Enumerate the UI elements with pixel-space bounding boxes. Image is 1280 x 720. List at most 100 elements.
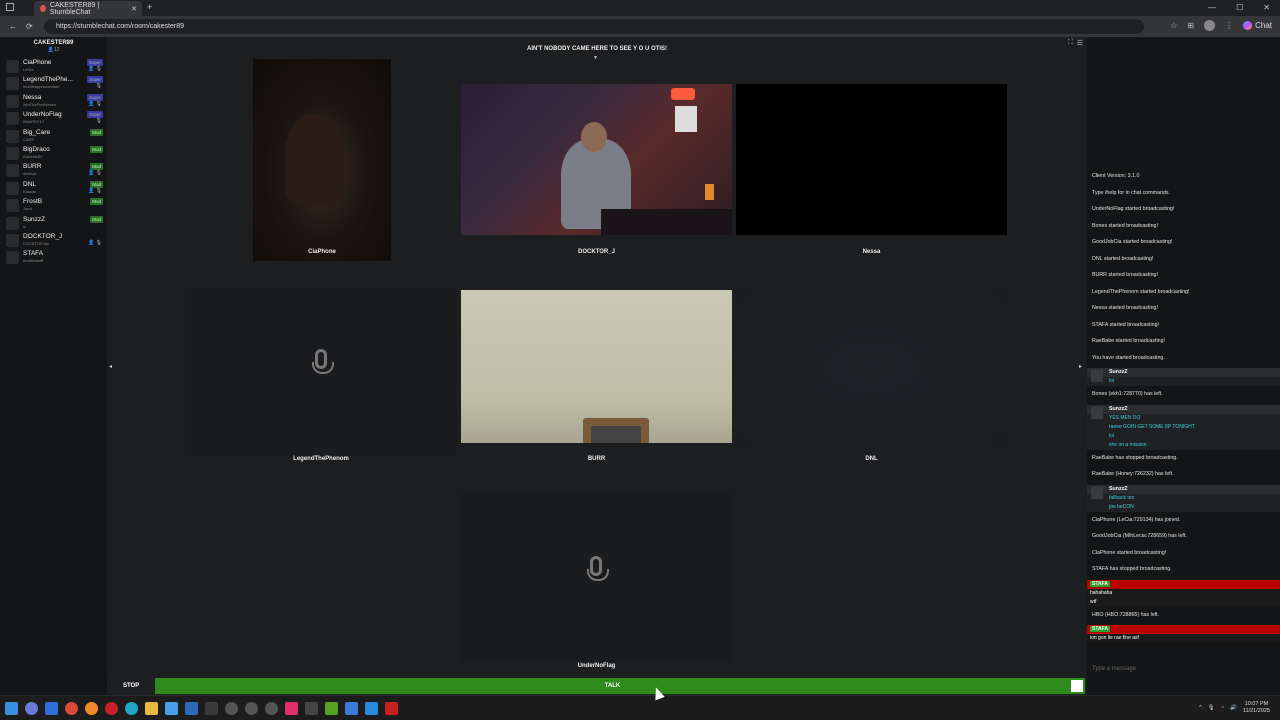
user-list-item[interactable]: FrostB Jordi Mod <box>0 197 107 214</box>
user-list-item[interactable]: Big_Care CARE Mod <box>0 128 107 145</box>
taskbar-clock[interactable]: 10:07 PM 11/21/2025 <box>1243 701 1270 715</box>
user-name: CiaPhone <box>23 59 52 66</box>
steam-icon[interactable] <box>245 702 258 715</box>
clock-date: 11/21/2025 <box>1242 708 1270 714</box>
tab-title: CAKESTER89 | StumbleChat <box>49 1 100 16</box>
cam-dnl[interactable] <box>736 290 1007 443</box>
message-username[interactable]: STAFA <box>1090 626 1111 632</box>
user-name: DNL <box>23 180 37 188</box>
user-list-item[interactable]: BURR aveburr Mod 👤 🎙 <box>0 162 107 179</box>
window-menu-icon[interactable] <box>6 3 14 11</box>
volume-icon[interactable]: 🔊 <box>1230 705 1237 711</box>
obs-icon[interactable] <box>265 702 278 715</box>
flash-app-icon[interactable] <box>385 702 398 715</box>
new-tab-button[interactable]: + <box>147 2 152 12</box>
stumblechat-taskbar-icon[interactable] <box>345 702 358 715</box>
system-message: STAFA started broadcasting! <box>1092 321 1160 328</box>
user-nickname: CARE <box>23 136 35 142</box>
copilot-chat-button[interactable]: Chat <box>1243 21 1272 30</box>
photos-icon[interactable] <box>365 702 378 715</box>
stop-button[interactable]: STOP <box>123 678 139 694</box>
user-name: BigDraco <box>23 145 50 153</box>
notepad-icon[interactable] <box>165 702 178 715</box>
clock-time: 10:07 PM <box>1244 701 1269 707</box>
user-list-panel: CAKESTER89 👤12 CiaPhone LeCia Super 👤 🎙 Lege… <box>0 37 107 695</box>
message-username[interactable]: SunzzZ <box>1109 486 1128 492</box>
start-menu-icon[interactable] <box>5 702 18 715</box>
cam-docktor-head <box>581 122 607 152</box>
user-name: Nessa <box>23 93 42 101</box>
tiktok-icon[interactable] <box>285 702 298 715</box>
user-nickname: Kassan <box>23 188 37 194</box>
widgets-icon[interactable] <box>45 702 58 715</box>
url-field[interactable]: https://stumblechat.com/room/cakester89 <box>44 19 1144 34</box>
extensions-icon[interactable]: ⊞ <box>1187 21 1194 30</box>
file-explorer-icon[interactable] <box>145 702 158 715</box>
reload-icon[interactable]: ⟳ <box>26 22 33 31</box>
role-badge: Mod <box>90 145 103 153</box>
wifi-icon[interactable]: ◔ <box>1221 705 1224 711</box>
microphone-icon <box>312 349 334 374</box>
user-avatar <box>6 216 19 230</box>
fullscreen-icon[interactable]: ⛶ <box>1068 39 1073 47</box>
message-text: lol <box>1087 431 1280 441</box>
chat-message-highlighted: STAFA hahahaha wtf <box>1087 579 1280 607</box>
user-list-item[interactable]: SunzzZ lu Mod <box>0 215 107 232</box>
user-name: BURR <box>23 163 42 171</box>
browser-tab[interactable]: CAKESTER89 | StumbleChat ✕ <box>34 1 142 16</box>
minimize-button[interactable]: — <box>1208 3 1216 12</box>
window-controls: — ☐ ✕ <box>1208 3 1270 12</box>
close-window-button[interactable]: ✕ <box>1263 3 1270 12</box>
user-list-item[interactable]: STAFA bruhhhstaff <box>0 249 107 266</box>
user-list-item[interactable]: CiaPhone LeCia Super 👤 🎙 <box>0 58 107 75</box>
system-message: CiaPhone started broadcasting! <box>1092 549 1167 556</box>
user-list-item[interactable]: Nessa IntoThePinkNessa Super 👤 🎙 <box>0 93 107 110</box>
user-name: LegendThePhe... <box>23 76 73 84</box>
more-menu-icon[interactable]: ⋮ <box>1225 21 1233 30</box>
tray-overflow-icon[interactable]: ^ <box>1199 705 1202 711</box>
chat-message: SunzzZ YES MEN DO raeee GOIN GET SOME 8P… <box>1087 404 1280 450</box>
message-username[interactable]: STAFA <box>1090 580 1111 587</box>
firefox-icon[interactable] <box>85 702 98 715</box>
user-list-item[interactable]: BigDraco 2wheelsSF Mod <box>0 145 107 162</box>
message-text: raeee GOIN GET SOME 8P TONIGHT <box>1087 422 1280 432</box>
tray-mic-icon[interactable]: 🎙 <box>1208 705 1215 711</box>
chat-input[interactable]: Type a message <box>1092 666 1136 672</box>
message-username[interactable]: SunzzZ <box>1109 369 1128 375</box>
topic-expand-icon[interactable]: ▼ <box>593 55 598 61</box>
nvidia-icon[interactable] <box>325 702 338 715</box>
user-list-item[interactable]: UnderNoFlag BNARDY17 Super 🎙 <box>0 110 107 127</box>
message-username[interactable]: SunzzZ <box>1109 406 1128 412</box>
cam-nessa[interactable] <box>736 84 1007 235</box>
game-icon[interactable] <box>305 702 318 715</box>
tab-close-icon[interactable]: ✕ <box>131 5 137 13</box>
user-list-item[interactable]: LegendThePhe... mobileapphonmdam Super 🎙 <box>0 75 107 92</box>
back-icon[interactable]: ← <box>9 22 17 31</box>
cam-label-ciaphone: CiaPhone <box>308 249 336 255</box>
copilot-icon[interactable] <box>25 702 38 715</box>
stage-right-arrow-icon[interactable]: ▸ <box>1079 363 1082 370</box>
chrome-icon[interactable] <box>65 702 78 715</box>
cam-burr[interactable] <box>461 290 732 443</box>
layout-menu-icon[interactable]: ☰ <box>1077 39 1083 47</box>
user-avatar <box>6 199 19 213</box>
user-avatar <box>6 94 19 108</box>
talk-button[interactable]: TALK <box>155 678 1070 694</box>
cam-docktor-j[interactable] <box>461 84 732 235</box>
cam-ciaphone[interactable] <box>253 59 391 261</box>
calculator-icon[interactable] <box>185 702 198 715</box>
talk-lock-toggle[interactable] <box>1069 678 1085 694</box>
user-list-item[interactable]: DNL Kassan Mod 👤 🎙 <box>0 180 107 197</box>
role-badge: Mod <box>90 180 103 188</box>
stage-left-arrow-icon[interactable]: ◂ <box>109 363 112 370</box>
settings-icon[interactable] <box>225 702 238 715</box>
user-list-item[interactable]: DOCKTOR_J DOCKTORJay 👤 🎙 <box>0 232 107 249</box>
maximize-button[interactable]: ☐ <box>1236 3 1243 12</box>
edge-icon[interactable] <box>125 702 138 715</box>
profile-avatar[interactable] <box>1204 20 1216 31</box>
user-nickname: mobileapphonmdam <box>23 84 60 90</box>
app-icon[interactable] <box>205 702 218 715</box>
bookmark-star-icon[interactable]: ☆ <box>1170 21 1177 30</box>
chat-messages: Client Version: 3.1.0 Type /help for in c… <box>1087 170 1280 645</box>
opera-icon[interactable] <box>105 702 118 715</box>
